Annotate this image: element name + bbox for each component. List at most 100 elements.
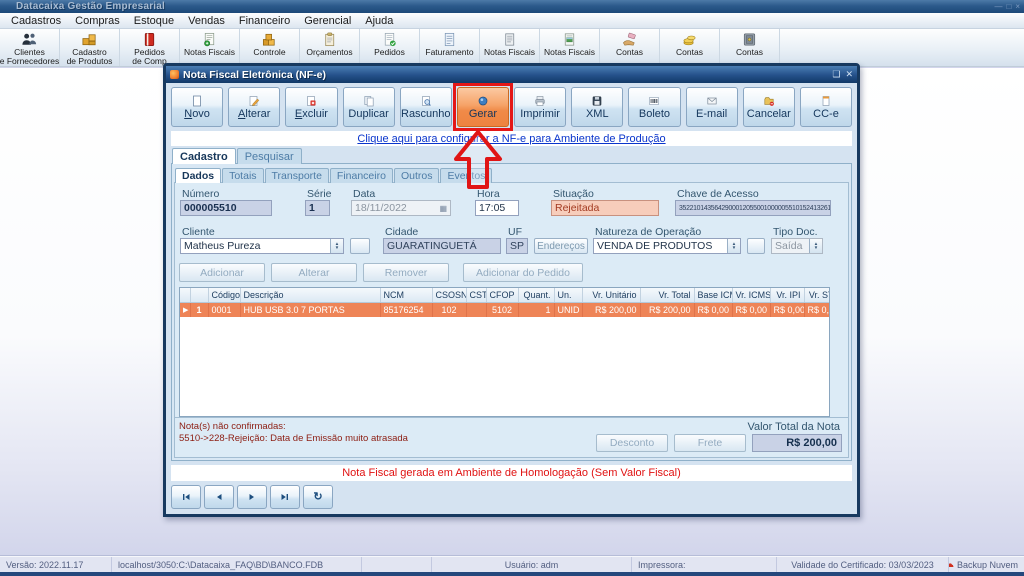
toolbar-controle[interactable]: Controle: [240, 29, 300, 66]
toolbar-notas-fiscais-saida[interactable]: Notas Fiscais: [480, 29, 540, 66]
uf-field: SP: [506, 238, 528, 254]
cliente-combo[interactable]: Matheus Pureza ▲ ▼: [180, 238, 344, 254]
next-record-button[interactable]: [237, 485, 267, 509]
col-codigo[interactable]: Código: [208, 288, 241, 303]
dialog-close-icon[interactable]: ✕: [845, 70, 853, 79]
toolbar-contas-pagar[interactable]: Contas: [600, 29, 660, 66]
boleto-button[interactable]: Boleto: [628, 87, 681, 127]
xml-button[interactable]: XML: [571, 87, 624, 127]
tab-totais[interactable]: Totais: [222, 168, 264, 183]
toolbar-notas-fiscais-entrada[interactable]: Notas Fiscais: [180, 29, 240, 66]
nfe-dialog-titlebar[interactable]: Nota Fiscal Eletrônica (NF-e) ❑ ✕: [166, 66, 857, 83]
adicionar-item-button[interactable]: Adicionar: [179, 263, 265, 282]
status-backup[interactable]: Backup Nuvem: [957, 560, 1018, 570]
previous-record-button[interactable]: [204, 485, 234, 509]
cancelar-button[interactable]: Cancelar: [742, 87, 795, 127]
tab-dados[interactable]: Dados: [175, 168, 222, 183]
col-vr-unitario[interactable]: Vr. Unitário: [582, 288, 641, 303]
refresh-button[interactable]: ↻: [303, 485, 333, 509]
receivables-icon: [683, 35, 696, 46]
rascunho-button[interactable]: Rascunho: [399, 87, 452, 127]
remover-item-button[interactable]: Remover: [363, 263, 449, 282]
excluir-button[interactable]: Excluir: [285, 87, 338, 127]
new-doc-icon: [193, 95, 201, 106]
menu-vendas[interactable]: Vendas: [181, 14, 232, 28]
toolbar-pedidos-compra[interactable]: Pedidos de Comp: [120, 29, 180, 66]
tipo-doc-dropdown-icon[interactable]: ▲ ▼: [809, 239, 822, 253]
col-base-icms[interactable]: Base ICMS: [694, 288, 733, 303]
service-invoices-icon: [564, 33, 575, 46]
hora-field[interactable]: 17:05: [475, 200, 519, 216]
col-vr-ipi[interactable]: Vr. IPI: [770, 288, 805, 303]
col-vr-st[interactable]: Vr. ST: [804, 288, 829, 303]
natureza-lookup-button[interactable]: [747, 238, 765, 254]
tab-transporte[interactable]: Transporte: [264, 168, 329, 183]
col-descricao[interactable]: Descrição: [240, 288, 381, 303]
menu-estoque[interactable]: Estoque: [127, 14, 181, 28]
maximize-icon[interactable]: □: [1006, 2, 1011, 11]
menu-financeiro[interactable]: Financeiro: [232, 14, 297, 28]
col-vr-icms[interactable]: Vr. ICMS: [732, 288, 771, 303]
configure-production-link[interactable]: Clique aqui para configurar a NF-e para …: [357, 133, 665, 145]
tab-financeiro[interactable]: Financeiro: [329, 168, 393, 183]
cadastro-panel: Dados Totais Transporte Financeiro Outro…: [171, 163, 852, 461]
col-ncm[interactable]: NCM: [380, 288, 433, 303]
menu-compras[interactable]: Compras: [68, 14, 127, 28]
cell-descricao: HUB USB 3.0 7 PORTAS: [240, 302, 381, 317]
data-field[interactable]: 18/11/2022 ▦: [351, 200, 451, 216]
gerar-button[interactable]: Gerar: [456, 87, 510, 127]
col-cst[interactable]: CST: [466, 288, 487, 303]
cliente-dropdown-icon[interactable]: ▲ ▼: [330, 239, 343, 253]
cloud-backup-icon: ☁: [949, 559, 954, 570]
duplicar-button[interactable]: Duplicar: [342, 87, 395, 127]
imprimir-button[interactable]: Imprimir: [514, 87, 567, 127]
adicionar-do-pedido-button[interactable]: Adicionar do Pedido: [463, 263, 583, 282]
last-record-button[interactable]: [270, 485, 300, 509]
items-grid[interactable]: Código Descrição NCM CSOSN CST CFOP Quan…: [179, 287, 830, 417]
enderecos-button[interactable]: Endereços: [534, 238, 588, 254]
tab-cadastro[interactable]: Cadastro: [172, 148, 236, 164]
minimize-icon[interactable]: —: [994, 2, 1002, 11]
item-row-selected[interactable]: ▶ 1 0001 HUB USB 3.0 7 PORTAS 85176254 1…: [180, 302, 829, 317]
col-un[interactable]: Un.: [554, 288, 583, 303]
close-icon[interactable]: ×: [1015, 2, 1020, 11]
email-button[interactable]: E-mail: [685, 87, 738, 127]
toolbar-clientes-fornecedores[interactable]: Clientes e Fornecedores: [0, 29, 60, 66]
alterar-button[interactable]: Alterar: [228, 87, 281, 127]
menu-gerencial[interactable]: Gerencial: [297, 14, 358, 28]
toolbar-notas-fiscais-servico[interactable]: Notas Fiscais: [540, 29, 600, 66]
toolbar-orcamentos[interactable]: Orçamentos: [300, 29, 360, 66]
toolbar-contas-correntes[interactable]: Contas: [720, 29, 780, 66]
dialog-restore-icon[interactable]: ❑: [832, 70, 840, 79]
col-quant[interactable]: Quant.: [518, 288, 555, 303]
cell-codigo: 0001: [208, 302, 241, 317]
frete-button[interactable]: Frete: [674, 434, 746, 452]
bank-accounts-icon: [743, 33, 756, 46]
cell-base-icms: R$ 0,00: [694, 302, 733, 317]
tipo-doc-combo[interactable]: Saída ▲ ▼: [771, 238, 823, 254]
unconfirmed-notes-title: Nota(s) não confirmadas:: [179, 421, 286, 432]
toolbar-faturamento[interactable]: Faturamento: [420, 29, 480, 66]
calendar-icon[interactable]: ▦: [439, 204, 447, 213]
next-record-icon: [249, 494, 254, 500]
first-record-button[interactable]: [171, 485, 201, 509]
menu-cadastros[interactable]: Cadastros: [4, 14, 68, 28]
cliente-lookup-button[interactable]: [350, 238, 370, 254]
menu-ajuda[interactable]: Ajuda: [358, 14, 400, 28]
col-csosn[interactable]: CSOSN: [432, 288, 467, 303]
cidade-field: GUARATINGUETÁ: [383, 238, 501, 254]
col-vr-total[interactable]: Vr. Total: [640, 288, 695, 303]
tab-pesquisar[interactable]: Pesquisar: [236, 148, 302, 164]
tab-outros[interactable]: Outros: [393, 168, 440, 183]
natureza-operacao-combo[interactable]: VENDA DE PRODUTOS ▲ ▼: [593, 238, 741, 254]
toolbar-pedidos-venda[interactable]: Pedidos: [360, 29, 420, 66]
natureza-dropdown-icon[interactable]: ▲ ▼: [727, 239, 740, 253]
data-label: Data: [353, 188, 376, 200]
toolbar-contas-receber[interactable]: Contas: [660, 29, 720, 66]
col-cfop[interactable]: CFOP: [486, 288, 519, 303]
toolbar-cadastro-produtos[interactable]: Cadastro de Produtos: [60, 29, 120, 66]
desconto-button[interactable]: Desconto: [596, 434, 668, 452]
alterar-item-button[interactable]: Alterar: [271, 263, 357, 282]
novo-button[interactable]: Novo: [171, 87, 224, 127]
cce-button[interactable]: CC-e: [799, 87, 853, 127]
